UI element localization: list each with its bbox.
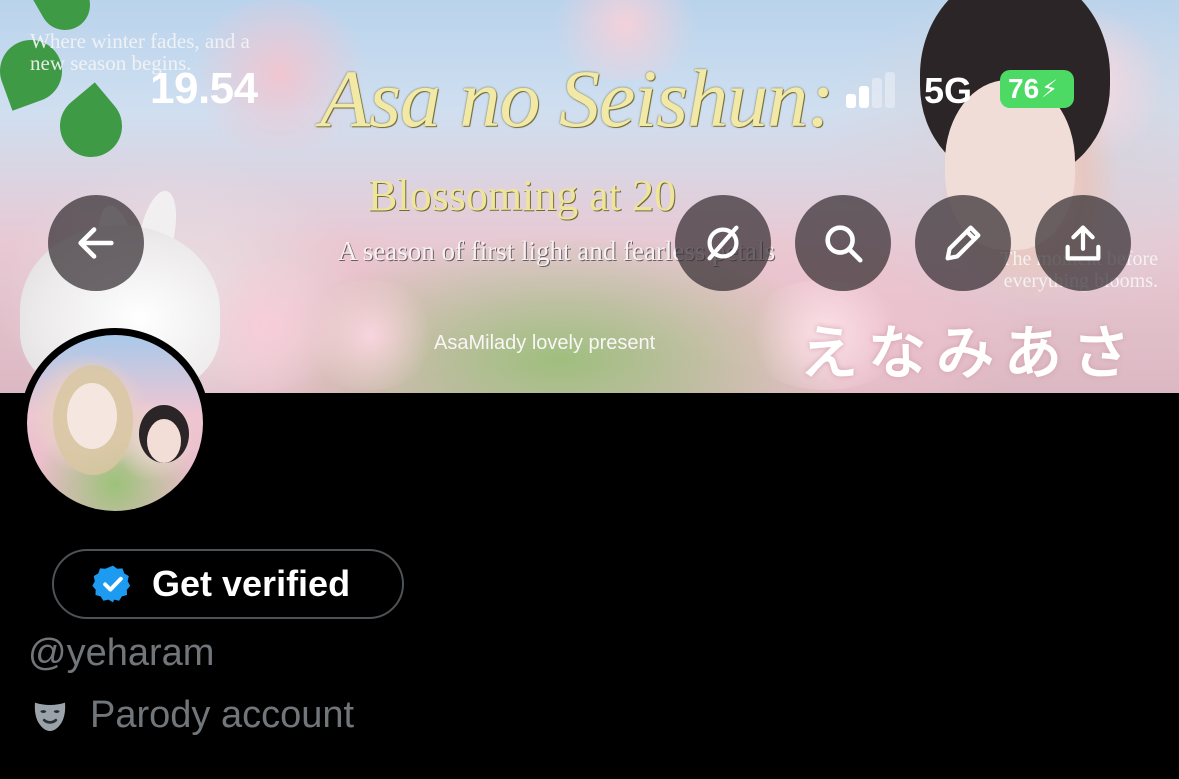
back-button[interactable]: [48, 195, 144, 291]
avatar-decoration: [147, 419, 181, 463]
banner-subtitle: Blossoming at 20: [368, 171, 677, 220]
profile-banner[interactable]: Where winter fades, and a new season beg…: [0, 0, 1179, 393]
grok-button[interactable]: [675, 195, 771, 291]
pencil-icon: [945, 225, 981, 261]
user-handle: @yeharam: [28, 632, 215, 674]
parody-account-text: Parody account: [90, 694, 355, 736]
search-button[interactable]: [795, 195, 891, 291]
verified-badge-icon: [92, 563, 134, 605]
banner-present-text: AsaMilady lovely present: [434, 332, 656, 354]
profile-screen: Where winter fades, and a new season beg…: [0, 0, 1179, 779]
battery-level: 76: [1008, 73, 1040, 104]
parody-mask-icon: [30, 696, 70, 736]
edit-button[interactable]: [915, 195, 1011, 291]
charging-bolt-icon: ⚡: [1041, 75, 1059, 103]
get-verified-button[interactable]: Get verified: [52, 549, 404, 619]
get-verified-label: Get verified: [152, 563, 351, 604]
blossom-decoration: [300, 280, 440, 390]
status-time: 19.54: [150, 64, 258, 113]
network-type: 5G: [924, 70, 973, 111]
share-button[interactable]: [1035, 195, 1131, 291]
battery-indicator: 76 ⚡: [1000, 70, 1074, 108]
parody-account-label: Parody account: [30, 694, 354, 737]
clover-decoration: [47, 82, 135, 170]
banner-title: Asa no Seishun:: [320, 53, 834, 144]
grok-icon: [707, 225, 739, 261]
search-icon: [825, 225, 863, 263]
avatar-image: [27, 335, 203, 511]
avatar-decoration: [67, 383, 117, 449]
arrow-left-icon: [78, 227, 114, 259]
signal-icon: [846, 72, 906, 108]
avatar[interactable]: [20, 328, 210, 518]
banner-kana-text: えなみあさ: [800, 319, 1141, 387]
share-icon: [1065, 225, 1101, 261]
